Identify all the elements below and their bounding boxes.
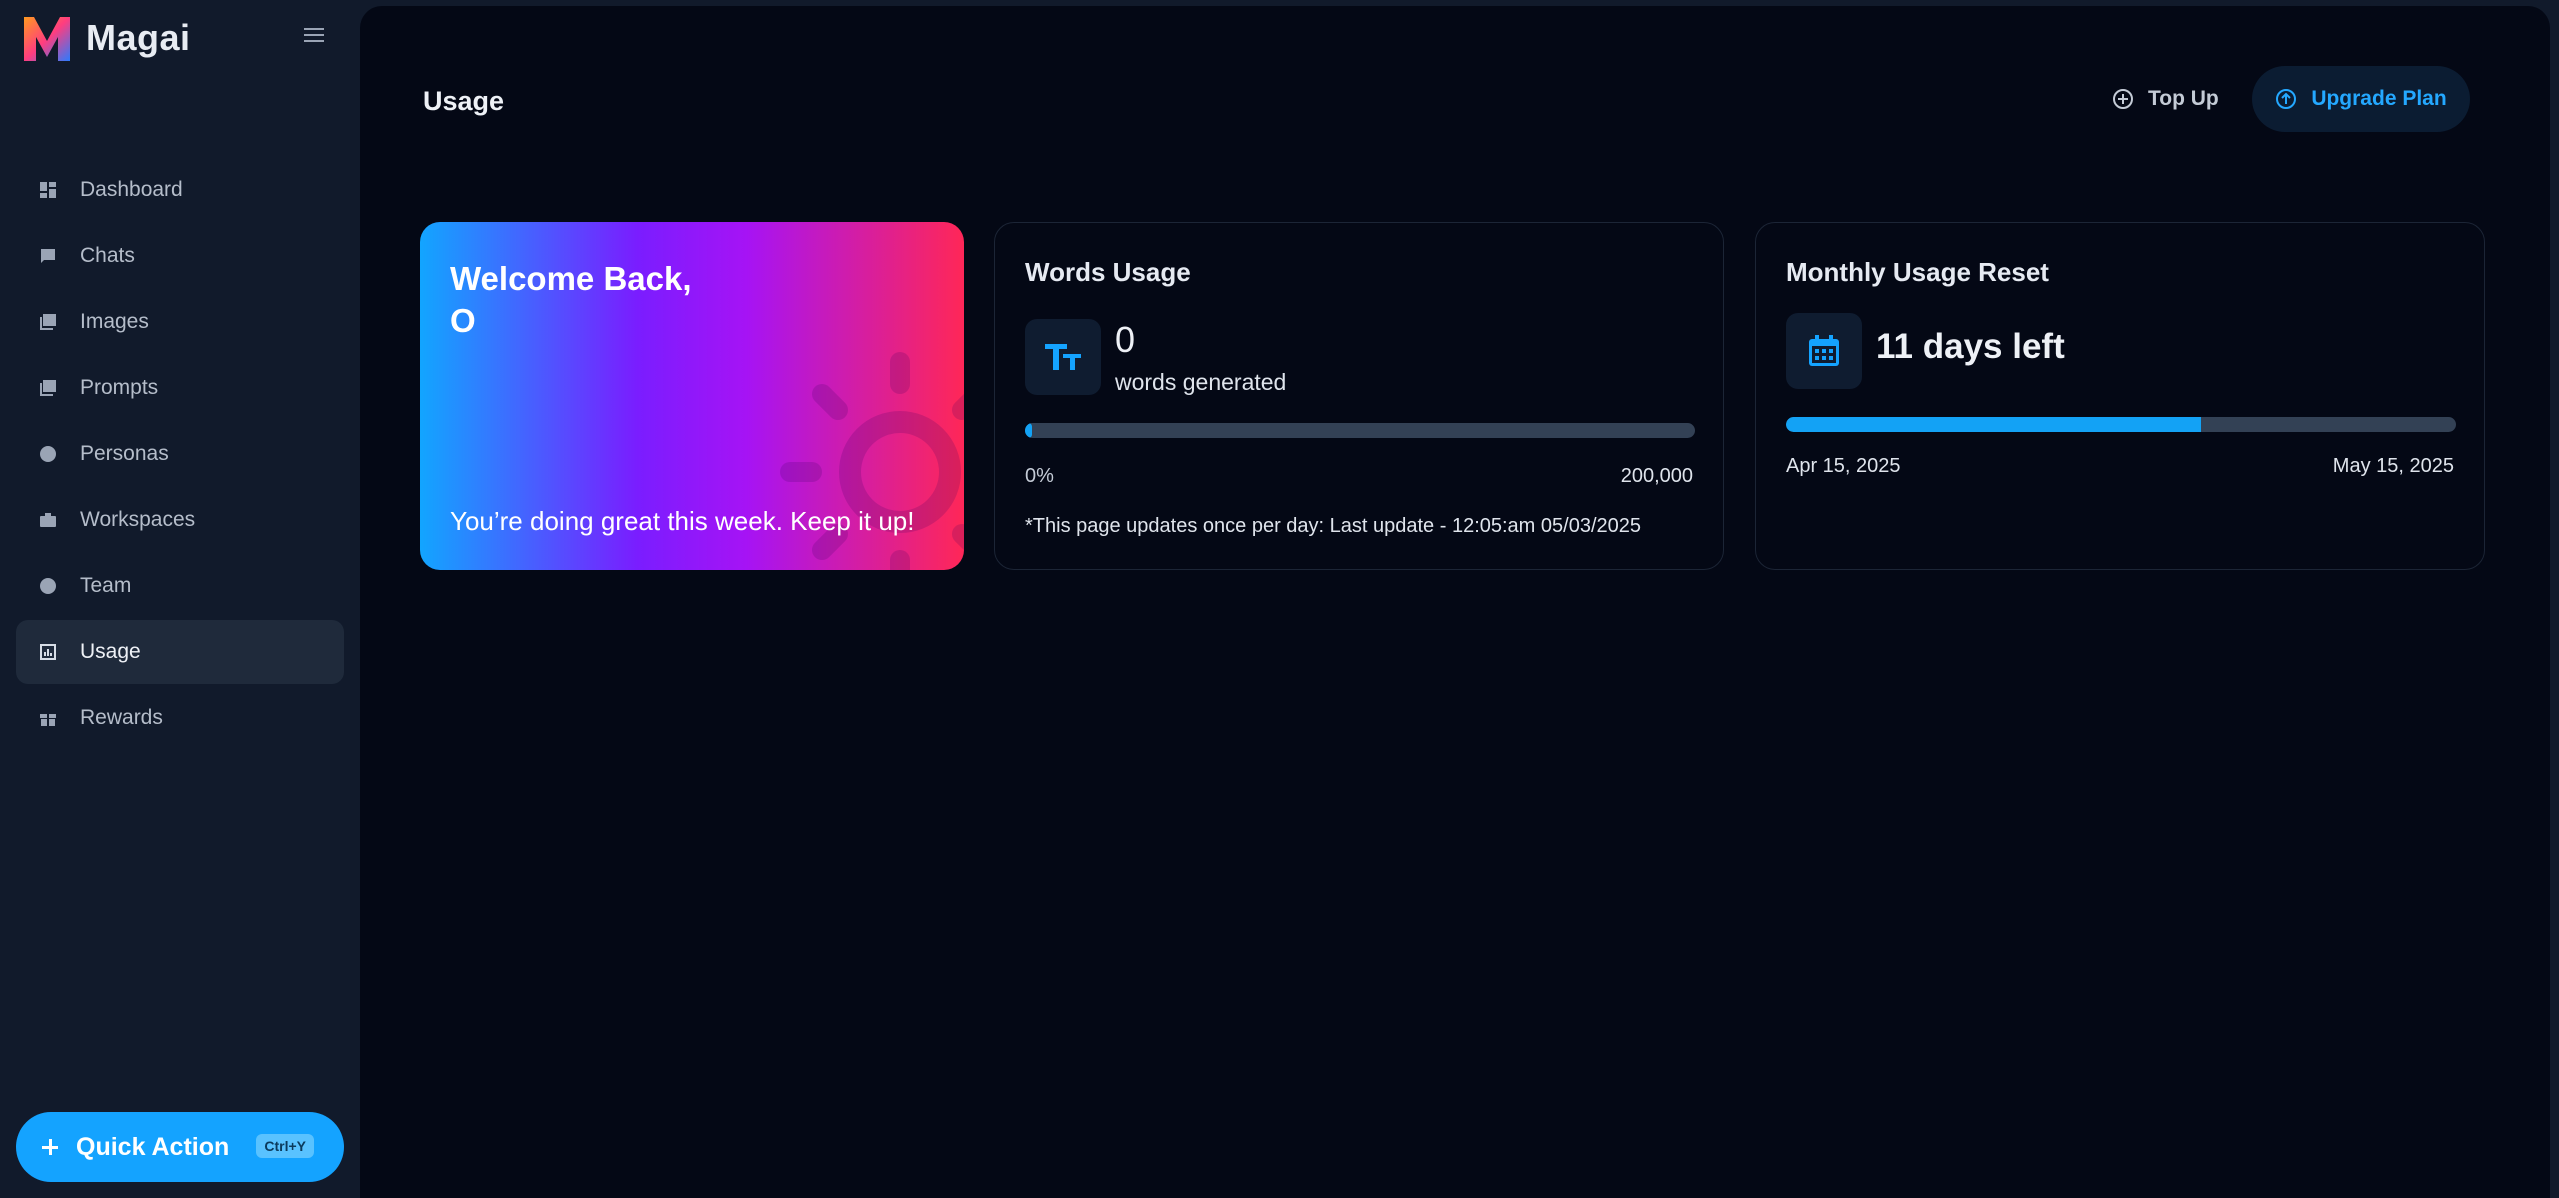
- progress-min-label: 0%: [1025, 465, 1054, 487]
- words-usage-title: Words Usage: [1025, 257, 1191, 287]
- monthly-reset-progress-fill: [1786, 417, 2202, 432]
- upgrade-plan-label: Upgrade Plan: [2311, 87, 2447, 110]
- sidebar-item-prompts[interactable]: Prompts: [16, 356, 344, 420]
- quick-action-label: Quick Action: [76, 1132, 230, 1161]
- sidebar-item-workspaces[interactable]: Workspaces: [16, 488, 344, 552]
- page-title: Usage: [423, 86, 505, 116]
- arrow-up-circle-icon: [2276, 89, 2297, 109]
- sidebar-item-label: Prompts: [80, 376, 159, 399]
- top-up-label: Top Up: [2148, 87, 2219, 110]
- sidebar-item-label: Dashboard: [80, 178, 183, 201]
- magai-logo-icon: [24, 17, 70, 61]
- plus-icon: [40, 1137, 60, 1157]
- welcome-card: Welcome Back, O You’re doing great this …: [420, 222, 964, 570]
- sidebar-item-dashboard[interactable]: Dashboard: [16, 158, 344, 222]
- quick-action-button[interactable]: Quick Action Ctrl+Y: [16, 1112, 344, 1182]
- sidebar-item-label: Rewards: [80, 706, 163, 729]
- dashboard-icon: [38, 180, 58, 200]
- period-start-date: Apr 15, 2025: [1786, 455, 1901, 477]
- text-size-icon: [1025, 319, 1101, 395]
- sidebar-item-label: Workspaces: [80, 508, 196, 531]
- words-usage-progress-fill: [1025, 423, 1032, 438]
- sidebar-nav: Dashboard Chats Images Prompts Personas …: [16, 158, 344, 752]
- main-content: Usage Top Up Upgrade Plan Welcome Back, …: [360, 6, 2550, 1198]
- user-name: O: [450, 302, 476, 339]
- words-generated-value: 0: [1115, 319, 1136, 360]
- words-generated-label: words generated: [1115, 369, 1287, 395]
- chat-icon: [38, 246, 58, 266]
- persona-icon: [38, 444, 58, 464]
- calendar-icon: [1786, 313, 1862, 389]
- sidebar-item-team[interactable]: Team: [16, 554, 344, 618]
- team-icon: [38, 576, 58, 596]
- gift-icon: [38, 708, 58, 728]
- sidebar-item-label: Usage: [80, 640, 141, 663]
- shortcut-badge: Ctrl+Y: [256, 1134, 314, 1158]
- update-note: *This page updates once per day: Last up…: [1025, 515, 1641, 537]
- monthly-reset-progress: [1786, 417, 2456, 432]
- sidebar-item-usage[interactable]: Usage: [16, 620, 344, 684]
- plus-circle-icon: [2113, 89, 2133, 109]
- upgrade-plan-button[interactable]: Upgrade Plan: [2252, 66, 2470, 132]
- usage-icon: [38, 642, 58, 662]
- monthly-reset-card: Monthly Usage Reset 11 days left Apr 15,…: [1755, 222, 2485, 570]
- sidebar-item-label: Chats: [80, 244, 135, 267]
- sidebar-item-personas[interactable]: Personas: [16, 422, 344, 486]
- briefcase-icon: [38, 510, 58, 530]
- progress-max-label: 200,000: [1620, 465, 1693, 487]
- sidebar: Magai Dashboard Chats Images Prompts Per…: [0, 0, 360, 1198]
- sidebar-item-label: Images: [80, 310, 149, 333]
- top-up-button[interactable]: Top Up: [2100, 66, 2231, 132]
- period-end-date: May 15, 2025: [2332, 455, 2454, 477]
- sidebar-item-label: Team: [80, 574, 132, 597]
- days-left-value: 11 days left: [1876, 327, 2065, 366]
- menu-toggle-icon[interactable]: [302, 24, 326, 48]
- sidebar-item-label: Personas: [80, 442, 169, 465]
- sidebar-item-chats[interactable]: Chats: [16, 224, 344, 288]
- sidebar-item-images[interactable]: Images: [16, 290, 344, 354]
- brand-name: Magai: [86, 17, 191, 58]
- welcome-message: You’re doing great this week. Keep it up…: [450, 506, 915, 536]
- monthly-reset-title: Monthly Usage Reset: [1786, 257, 2049, 287]
- words-usage-card: Words Usage 0 words generated 0% 200,000…: [994, 222, 1724, 570]
- images-icon: [38, 312, 58, 332]
- sidebar-item-rewards[interactable]: Rewards: [16, 686, 344, 750]
- prompts-icon: [38, 378, 58, 398]
- brand[interactable]: Magai: [22, 12, 191, 64]
- words-usage-progress: [1025, 423, 1695, 438]
- welcome-title: Welcome Back,: [450, 260, 692, 297]
